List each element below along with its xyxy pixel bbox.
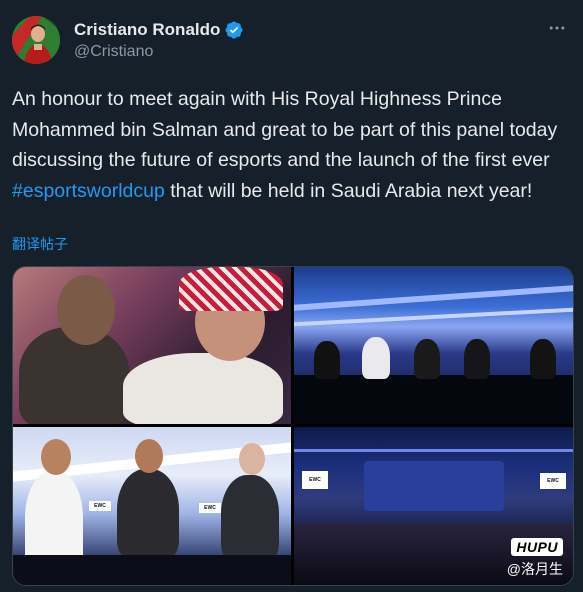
person-silhouette xyxy=(123,353,283,424)
panelist xyxy=(414,339,440,379)
tweet-text-before: An honour to meet again with His Royal H… xyxy=(12,88,558,171)
author-handle[interactable]: @Cristiano xyxy=(74,43,153,61)
avatar[interactable] xyxy=(12,16,60,64)
hashtag-link[interactable]: #esportsworldcup xyxy=(12,180,165,202)
stage-screen xyxy=(364,461,504,511)
media-grid: EWC EWC EWC EWC HUPU @洛月生 xyxy=(12,266,574,586)
watermark: HUPU @洛月生 xyxy=(507,538,563,579)
esports-logo-sign: EWC xyxy=(302,471,328,489)
photo-3[interactable]: EWC EWC xyxy=(13,427,291,585)
stage-light-band xyxy=(294,449,573,452)
audience-silhouette xyxy=(294,375,573,424)
watermark-user: @洛月生 xyxy=(506,561,563,577)
esports-logo-sign: EWC xyxy=(89,501,111,511)
hupu-logo: HUPU xyxy=(511,538,563,556)
panelist xyxy=(221,475,279,561)
tweet-text-after: that will be held in Saudi Arabia next y… xyxy=(164,179,533,202)
photo-2[interactable] xyxy=(294,267,573,424)
verified-badge-icon xyxy=(225,21,243,39)
person-head xyxy=(57,275,115,345)
panelist xyxy=(464,339,490,379)
person-head xyxy=(239,443,265,475)
author-name[interactable]: Cristiano Ronaldo xyxy=(74,20,220,40)
author-name-row[interactable]: Cristiano Ronaldo xyxy=(74,20,244,40)
esports-logo-sign: EWC xyxy=(199,503,221,513)
person-head xyxy=(41,439,71,475)
audience-silhouette xyxy=(13,555,291,585)
stage-light-band xyxy=(294,307,573,327)
more-options-icon[interactable] xyxy=(542,18,572,42)
esports-logo-sign: EWC xyxy=(540,473,566,489)
panelist xyxy=(117,469,179,559)
person-head xyxy=(135,439,163,473)
tweet-text: An honour to meet again with His Royal H… xyxy=(12,84,572,206)
panelist xyxy=(362,337,390,379)
tweet-header: Cristiano Ronaldo @Cristiano xyxy=(12,16,572,70)
photo-1[interactable] xyxy=(13,267,291,424)
panelist xyxy=(314,341,340,379)
panelist xyxy=(530,339,556,379)
headscarf xyxy=(179,267,283,311)
translate-post-link[interactable]: 翻译帖子 xyxy=(12,234,68,254)
stage-light-band xyxy=(294,285,573,311)
